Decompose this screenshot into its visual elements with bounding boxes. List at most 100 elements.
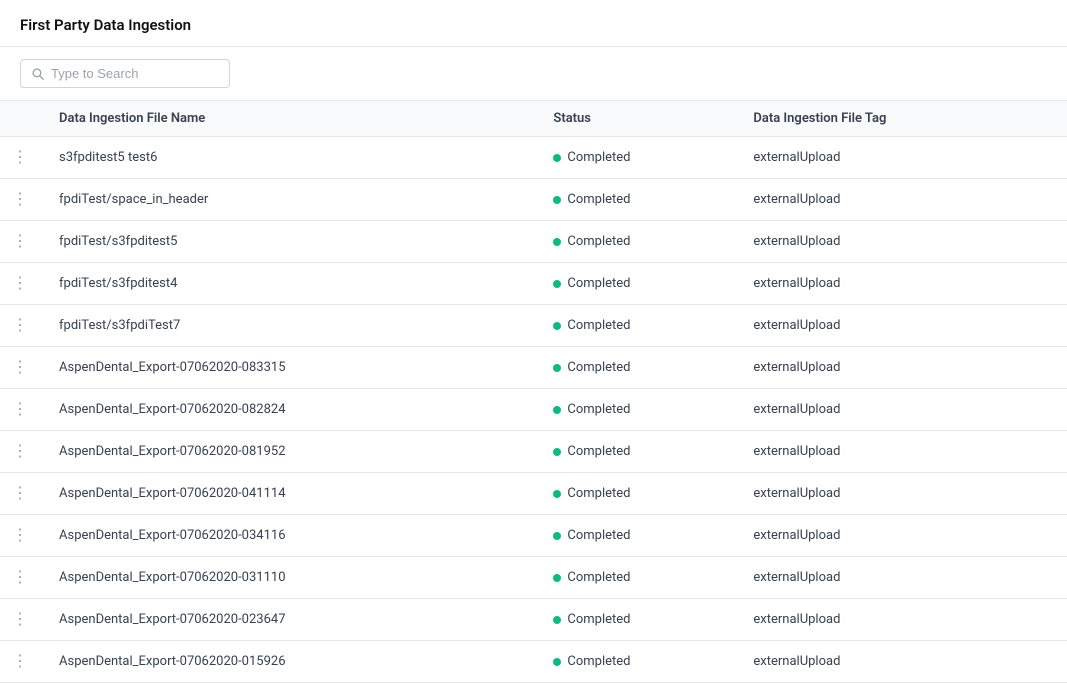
tag-cell: externalUpload	[737, 431, 1067, 473]
row-menu-button[interactable]: ⋮	[0, 179, 43, 221]
status-dot	[553, 616, 561, 624]
tag-cell: externalUpload	[737, 599, 1067, 641]
search-wrapper	[20, 59, 230, 88]
tag-cell: externalUpload	[737, 263, 1067, 305]
status-dot	[553, 154, 561, 162]
dots-icon: ⋮	[12, 315, 27, 334]
file-name-cell: fpdiTest/s3fpditest4	[43, 263, 537, 305]
file-name-cell: AspenDental_Export-07062020-034116	[43, 515, 537, 557]
file-name-cell: AspenDental_Export-07062020-031110	[43, 557, 537, 599]
status-dot	[553, 574, 561, 582]
tag-cell: externalUpload	[737, 557, 1067, 599]
status-dot	[553, 406, 561, 414]
table-body: ⋮s3fpditest5 test6CompletedexternalUploa…	[0, 137, 1067, 683]
status-cell: Completed	[537, 179, 737, 221]
search-icon	[31, 67, 45, 81]
tag-cell: externalUpload	[737, 179, 1067, 221]
status-dot	[553, 532, 561, 540]
row-menu-button[interactable]: ⋮	[0, 557, 43, 599]
table-row: ⋮ AspenDental_Export-07062020-015926 Compl…	[0, 641, 1067, 683]
status-cell: Completed	[537, 263, 737, 305]
tag-cell: externalUpload	[737, 515, 1067, 557]
status-dot	[553, 280, 561, 288]
dots-icon: ⋮	[12, 147, 27, 166]
file-name-cell: AspenDental_Export-07062020-015926	[43, 641, 537, 683]
table-header: Data Ingestion File Name Status Data Ing…	[0, 101, 1067, 137]
status-cell: Completed	[537, 599, 737, 641]
row-menu-button[interactable]: ⋮	[0, 221, 43, 263]
dots-icon: ⋮	[12, 273, 27, 292]
page-title: First Party Data Ingestion	[20, 16, 191, 34]
row-menu-button[interactable]: ⋮	[0, 263, 43, 305]
row-menu-button[interactable]: ⋮	[0, 641, 43, 683]
status-text: Completed	[567, 570, 630, 585]
search-input[interactable]	[51, 66, 219, 81]
table-row: ⋮AspenDental_Export-07062020-041114 Compl…	[0, 473, 1067, 515]
table-row: ⋮fpdiTest/s3fpditest5CompletedexternalUp…	[0, 221, 1067, 263]
dots-icon: ⋮	[12, 231, 27, 250]
row-menu-button[interactable]: ⋮	[0, 305, 43, 347]
file-name-cell: AspenDental_Export-07062020-023647	[43, 599, 537, 641]
status-cell: Completed	[537, 137, 737, 179]
status-text: Completed	[567, 318, 630, 333]
page-header: First Party Data Ingestion	[0, 0, 1067, 47]
row-menu-button[interactable]: ⋮	[0, 347, 43, 389]
table-row: ⋮ AspenDental_Export-07062020-023647Compl…	[0, 599, 1067, 641]
dots-icon: ⋮	[12, 651, 27, 670]
col-header-menu	[0, 101, 43, 137]
file-name-cell: s3fpditest5 test6	[43, 137, 537, 179]
dots-icon: ⋮	[12, 441, 27, 460]
table-row: ⋮ AspenDental_Export-07062020-031110 Compl…	[0, 557, 1067, 599]
tag-cell: externalUpload	[737, 389, 1067, 431]
status-dot	[553, 238, 561, 246]
dots-icon: ⋮	[12, 567, 27, 586]
status-text: Completed	[567, 528, 630, 543]
tag-cell: externalUpload	[737, 137, 1067, 179]
table-row: ⋮ s3fpditest5 test6CompletedexternalUploa…	[0, 137, 1067, 179]
status-text: Completed	[567, 360, 630, 375]
table-row: ⋮AspenDental_Export-07062020-083315Compl…	[0, 347, 1067, 389]
status-text: Completed	[567, 444, 630, 459]
row-menu-button[interactable]: ⋮	[0, 515, 43, 557]
tag-cell: externalUpload	[737, 305, 1067, 347]
status-cell: Completed	[537, 473, 737, 515]
row-menu-button[interactable]: ⋮	[0, 389, 43, 431]
tag-cell: externalUpload	[737, 347, 1067, 389]
status-text: Completed	[567, 486, 630, 501]
status-cell: Completed	[537, 389, 737, 431]
status-cell: Completed	[537, 641, 737, 683]
table-row: ⋮AspenDental_Export-07062020-034116 Compl…	[0, 515, 1067, 557]
status-cell: Completed	[537, 557, 737, 599]
file-name-cell: fpdiTest/space_in_header	[43, 179, 537, 221]
row-menu-button[interactable]: ⋮	[0, 137, 43, 179]
status-cell: Completed	[537, 515, 737, 557]
tag-cell: externalUpload	[737, 641, 1067, 683]
file-name-cell: AspenDental_Export-07062020-041114	[43, 473, 537, 515]
data-table: Data Ingestion File Name Status Data Ing…	[0, 101, 1067, 683]
status-cell: Completed	[537, 221, 737, 263]
col-header-status: Status	[537, 101, 737, 137]
file-name-cell: AspenDental_Export-07062020-081952	[43, 431, 537, 473]
status-text: Completed	[567, 234, 630, 249]
dots-icon: ⋮	[12, 399, 27, 418]
status-cell: Completed	[537, 347, 737, 389]
table-row: ⋮AspenDental_Export-07062020-082824Compl…	[0, 389, 1067, 431]
tag-cell: externalUpload	[737, 221, 1067, 263]
table-row: ⋮ AspenDental_Export-07062020-081952 Compl…	[0, 431, 1067, 473]
status-dot	[553, 658, 561, 666]
file-name-cell: fpdiTest/s3fpdiTest7	[43, 305, 537, 347]
status-dot	[553, 322, 561, 330]
status-dot	[553, 364, 561, 372]
status-text: Completed	[567, 654, 630, 669]
dots-icon: ⋮	[12, 189, 27, 208]
dots-icon: ⋮	[12, 609, 27, 628]
col-header-file-name: Data Ingestion File Name	[43, 101, 537, 137]
row-menu-button[interactable]: ⋮	[0, 599, 43, 641]
status-cell: Completed	[537, 431, 737, 473]
status-text: Completed	[567, 402, 630, 417]
col-header-tag: Data Ingestion File Tag	[737, 101, 1067, 137]
table-row: ⋮ fpdiTest/s3fpdiTest7 Completed externalUp…	[0, 305, 1067, 347]
row-menu-button[interactable]: ⋮	[0, 431, 43, 473]
row-menu-button[interactable]: ⋮	[0, 473, 43, 515]
table-container: Data Ingestion File Name Status Data Ing…	[0, 101, 1067, 683]
